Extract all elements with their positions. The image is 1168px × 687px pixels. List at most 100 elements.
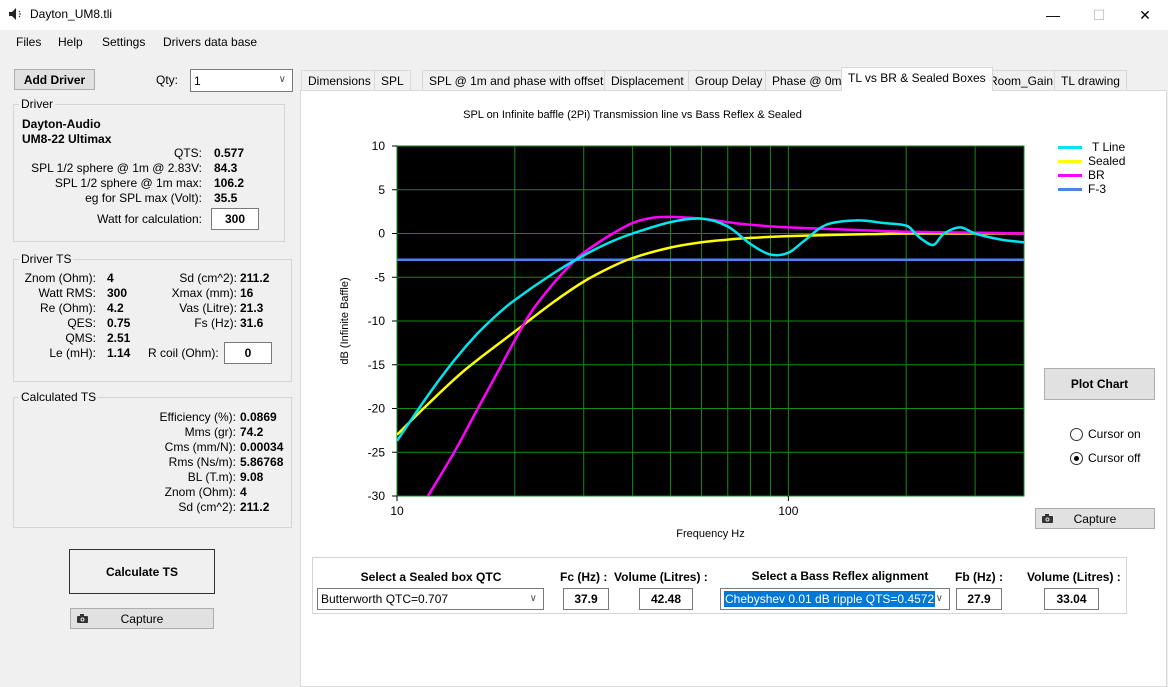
- qts-label: QTS:: [173, 146, 202, 160]
- y-tick-label: -10: [368, 314, 386, 328]
- efficiency-label: Efficiency (%):: [159, 410, 236, 424]
- legend-label: F-3: [1088, 182, 1106, 196]
- y-tick-label: -15: [368, 358, 386, 372]
- y-tick-label: 5: [378, 183, 385, 197]
- driver-brand: Dayton-Audio: [22, 117, 101, 131]
- eg-spl-max-label: eg for SPL max (Volt):: [85, 191, 202, 205]
- y-axis-label: dB (Infinite Baffle): [339, 277, 351, 364]
- close-button[interactable]: ✕: [1122, 0, 1168, 30]
- tab-group-delay[interactable]: Group Delay: [688, 70, 770, 90]
- y-tick-label: 10: [372, 139, 386, 153]
- sealed-volume-value[interactable]: 42.48: [639, 588, 693, 610]
- minimize-button[interactable]: —: [1030, 0, 1076, 30]
- tab-spl-1m-phase[interactable]: SPL @ 1m and phase with offset: [422, 70, 611, 90]
- bl-value: 9.08: [240, 470, 264, 484]
- radio-cursor-on[interactable]: [1070, 427, 1083, 441]
- fs-label: Fs (Hz):: [194, 316, 237, 330]
- sealed-volume-label: Volume (Litres) :: [614, 570, 708, 584]
- le-label: Le (mH):: [49, 346, 96, 360]
- cms-label: Cms (mm/N):: [164, 440, 236, 454]
- tab-dimensions[interactable]: Dimensions: [301, 70, 378, 90]
- camera-icon: [77, 614, 88, 623]
- menu-settings[interactable]: Settings: [102, 35, 145, 49]
- fc-value[interactable]: 37.9: [563, 588, 609, 610]
- spl-chart: 1050-5-10-15-20-25-3010 100 Frequency Hz …: [339, 139, 1025, 540]
- cursor-on-label: Cursor on: [1088, 427, 1141, 441]
- chevron-down-icon: ∨: [529, 593, 537, 604]
- sealed-qtc-select[interactable]: Butterworth QTC=0.707 ∨: [317, 588, 544, 610]
- cms-value: 0.00034: [240, 440, 284, 454]
- speaker-icon: [9, 8, 21, 20]
- y-tick-label: -25: [368, 445, 386, 459]
- cursor-on-radio[interactable]: Cursor on: [1070, 427, 1141, 441]
- tab-displacement[interactable]: Displacement: [604, 70, 691, 90]
- rcoil-input[interactable]: 0: [224, 342, 272, 364]
- x-axis-label: Frequency Hz: [676, 528, 744, 540]
- spl-max-label: SPL 1/2 sphere @ 1m max:: [54, 176, 202, 190]
- fc-label: Fc (Hz) :: [560, 570, 608, 584]
- tab-tl-vs-br-sealed[interactable]: TL vs BR & Sealed Boxes: [841, 67, 993, 91]
- capture-chart-label: Capture: [1073, 511, 1117, 526]
- add-driver-button[interactable]: Add Driver: [14, 69, 95, 90]
- capture-left-button[interactable]: Capture: [70, 608, 214, 629]
- radio-cursor-off[interactable]: [1070, 451, 1083, 465]
- rms-value: 5.86768: [240, 455, 284, 469]
- br-volume-value[interactable]: 33.04: [1044, 588, 1099, 610]
- legend-swatch: [1058, 173, 1082, 177]
- watt-rms-label: Watt RMS:: [38, 286, 96, 300]
- legend-label: Sealed: [1088, 154, 1126, 168]
- sd-value: 211.2: [240, 271, 270, 285]
- plot-chart-button[interactable]: Plot Chart: [1044, 368, 1155, 400]
- chart-legend: T Line Sealed BR F-3: [1058, 140, 1125, 196]
- fb-value[interactable]: 27.9: [956, 588, 1002, 610]
- spl-max-value: 106.2: [214, 176, 245, 190]
- calc-znom-value: 4: [240, 485, 247, 499]
- y-tick-label: -5: [374, 270, 385, 284]
- xmax-value: 16: [240, 286, 254, 300]
- watt-calc-input[interactable]: 300: [211, 208, 259, 230]
- fs-value: 31.6: [240, 316, 264, 330]
- qts-value: 0.577: [214, 146, 245, 160]
- legend-swatch: [1058, 187, 1082, 191]
- legend-item-br: BR: [1058, 168, 1125, 182]
- eg-spl-max-value: 35.5: [214, 191, 238, 205]
- tab-phase-0m[interactable]: Phase @ 0m: [765, 70, 849, 90]
- menu-help[interactable]: Help: [58, 35, 83, 49]
- legend-item-tline: T Line: [1058, 140, 1125, 154]
- znom-value: 4: [107, 271, 114, 285]
- mms-label: Mms (gr):: [184, 425, 236, 439]
- calculate-ts-button[interactable]: Calculate TS: [69, 549, 215, 594]
- legend-swatch: [1058, 145, 1082, 149]
- fb-label: Fb (Hz) :: [955, 570, 1003, 584]
- capture-left-label: Capture: [120, 611, 164, 626]
- efficiency-value: 0.0869: [240, 410, 277, 424]
- re-value: 4.2: [107, 301, 124, 315]
- menu-drivers-data-base[interactable]: Drivers data base: [163, 35, 257, 49]
- camera-icon: [1042, 514, 1053, 523]
- tab-spl[interactable]: SPL: [374, 70, 411, 90]
- tab-tl-drawing[interactable]: TL drawing: [1054, 70, 1127, 90]
- le-value: 1.14: [107, 346, 131, 360]
- capture-chart-button[interactable]: Capture: [1035, 508, 1155, 529]
- cursor-off-radio[interactable]: Cursor off: [1070, 451, 1140, 465]
- br-title: Select a Bass Reflex alignment: [751, 569, 929, 583]
- x-tick-label: 10: [390, 504, 404, 518]
- legend-swatch: [1058, 159, 1082, 163]
- driver-model: UM8-22 Ultimax: [22, 132, 112, 146]
- window-title: Dayton_UM8.tli: [30, 7, 113, 21]
- sd-label: Sd (cm^2):: [179, 271, 237, 285]
- maximize-button[interactable]: ☐: [1076, 0, 1122, 30]
- y-tick-label: -20: [368, 402, 386, 416]
- title-bar: [0, 0, 1168, 30]
- qms-label: QMS:: [65, 331, 96, 345]
- qes-value: 0.75: [107, 316, 131, 330]
- menu-files[interactable]: Files: [16, 35, 41, 49]
- rcoil-label: R coil (Ohm):: [148, 346, 219, 360]
- tab-room-gain[interactable]: Room_Gain: [982, 70, 1061, 90]
- spl-283-label: SPL 1/2 sphere @ 1m @ 2.83V:: [31, 161, 202, 175]
- qty-select[interactable]: 1 ∨: [190, 69, 293, 92]
- br-alignment-select[interactable]: Chebyshev 0.01 dB ripple QTS=0.4572 ∨: [720, 588, 950, 610]
- calc-znom-label: Znom (Ohm):: [164, 485, 236, 499]
- chevron-down-icon: ∨: [278, 74, 286, 85]
- legend-label: BR: [1088, 168, 1105, 182]
